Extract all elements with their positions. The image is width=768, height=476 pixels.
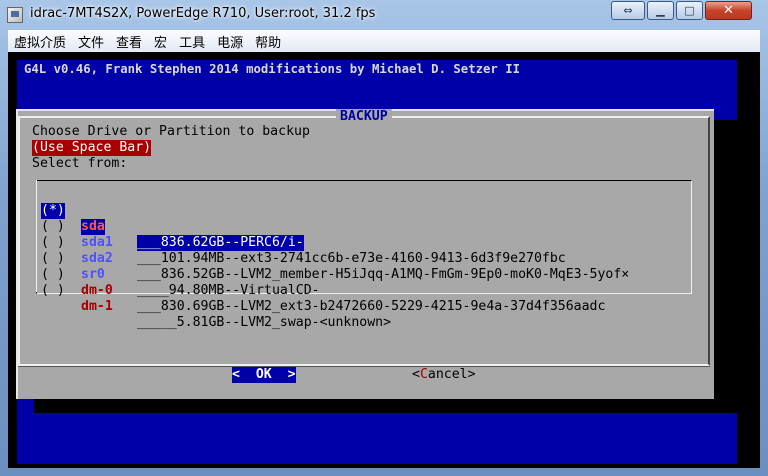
list-item[interactable]: ( ) sda2 ___836.52GB--LVM2_member-H5iJqq… [41,219,691,282]
device-list: (*) sda ___836.62GB--PERC6/i- ( ) sda1 _… [36,180,692,330]
list-item[interactable]: (*) sda ___836.62GB--PERC6/i- [41,187,691,251]
radio-button[interactable]: ( ) [41,283,65,299]
list-item[interactable]: ( ) sr0 ____94.80MB--VirtualCD- [41,235,691,298]
dialog-hint: (Use Space Bar) [32,140,152,156]
select-label: Select from: [32,156,128,171]
dialog-prompt: Choose Drive or Partition to backup [32,124,310,139]
list-item[interactable]: ( ) sda1 ___101.94MB--ext3-2741cc6b-e73e… [41,203,691,266]
menu-virtual-media[interactable]: 虚拟介质 [8,32,72,51]
remote-console[interactable]: G4L v0.46, Frank Stephen 2014 modificati… [8,52,760,468]
cancel-hotkey: C [419,367,428,382]
list-item[interactable]: ( ) dm-0 ___830.69GB--LVM2_ext3-b2472660… [41,251,691,314]
window-title: idrac-7MT4S2X, PowerEdge R710, User:root… [30,6,376,21]
maximize-button[interactable]: □ [676,1,703,20]
menu-view[interactable]: 查看 [110,32,148,51]
menu-file[interactable]: 文件 [72,32,110,51]
cancel-bracket: < [412,367,420,382]
menu-power[interactable]: 电源 [211,32,249,51]
device-info: _____5.81GB--LVM2_swap-<unknown> [137,315,392,330]
menu-help[interactable]: 帮助 [249,32,287,51]
cancel-button[interactable]: <Cancel> [412,367,476,383]
device-name: dm-1 [81,299,113,314]
app-icon [7,7,23,23]
backup-dialog: BACKUP Choose Drive or Partition to back… [16,109,714,399]
ok-button[interactable]: < OK > [232,367,296,383]
menu-bar: 虚拟介质 文件 查看 宏 工具 电源 帮助 [8,30,760,53]
dialog-separator [18,366,710,367]
console-header: G4L v0.46, Frank Stephen 2014 modificati… [24,62,521,76]
close-button[interactable]: ✕ [705,1,752,20]
device-info: ___830.69GB--LVM2_ext3-b2472660-5229-421… [137,299,606,314]
device-info: ____94.80MB--VirtualCD- [137,283,320,298]
menu-tools[interactable]: 工具 [173,32,211,51]
minimize-button[interactable]: ▁ [647,1,674,20]
title-bar[interactable]: idrac-7MT4S2X, PowerEdge R710, User:root… [0,0,768,30]
restore-fullscreen-button[interactable]: ⇔ [611,1,645,20]
dialog-title: BACKUP [336,109,392,125]
list-item[interactable]: ( ) dm-1 _____5.81GB--LVM2_swap-<unknown… [41,267,691,330]
menu-macros[interactable]: 宏 [148,32,173,51]
cancel-label: ancel> [427,367,476,382]
